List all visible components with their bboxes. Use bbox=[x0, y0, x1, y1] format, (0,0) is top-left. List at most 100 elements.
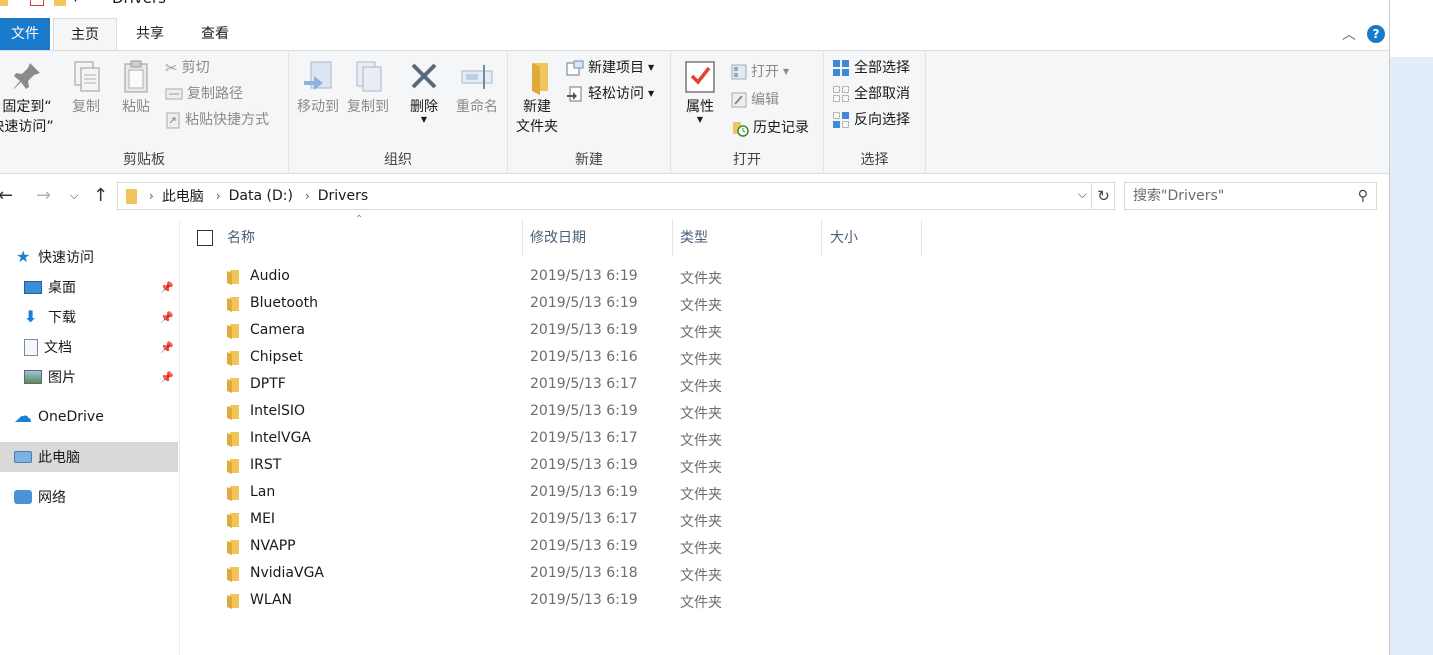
recent-locations-icon[interactable]: ⌵ bbox=[70, 184, 78, 208]
table-row[interactable]: Audio 2019/5/13 6:19 文件夹 bbox=[181, 264, 1389, 291]
table-row[interactable]: Bluetooth 2019/5/13 6:19 文件夹 bbox=[181, 291, 1389, 318]
group-label-open: 打开 bbox=[733, 152, 761, 168]
properties-button[interactable]: 属性 ▼ bbox=[679, 59, 721, 124]
copy-to-button[interactable]: 复制到 bbox=[343, 59, 393, 117]
column-header-size[interactable]: 大小 bbox=[830, 220, 922, 256]
table-row[interactable]: MEI 2019/5/13 6:17 文件夹 bbox=[181, 507, 1389, 534]
history-label: 历史记录 bbox=[753, 120, 809, 136]
forward-button[interactable]: → bbox=[36, 184, 51, 208]
history-button[interactable]: 历史记录 bbox=[731, 117, 809, 139]
back-button[interactable]: ← bbox=[0, 184, 13, 208]
pin-to-quick-access-button[interactable]: 固定到“ 快速访问” bbox=[0, 59, 58, 137]
table-row[interactable]: Lan 2019/5/13 6:19 文件夹 bbox=[181, 480, 1389, 507]
paste-button[interactable]: 粘贴 bbox=[114, 59, 158, 117]
pin-icon[interactable]: 📌 bbox=[160, 311, 174, 324]
customize-toolbar-icon[interactable]: ▼ bbox=[72, 0, 79, 4]
select-all-button[interactable]: 全部选择 bbox=[832, 57, 910, 79]
breadcrumb-separator-icon[interactable]: › bbox=[305, 189, 310, 203]
delete-button[interactable]: 删除 ▼ bbox=[403, 59, 445, 124]
file-type: 文件夹 bbox=[680, 433, 722, 449]
tab-view[interactable]: 查看 bbox=[185, 18, 245, 50]
rename-button[interactable]: 重命名 bbox=[451, 59, 503, 117]
cut-button[interactable]: ✂ 剪切 bbox=[165, 57, 210, 79]
file-name: IntelVGA bbox=[250, 430, 311, 446]
tab-share[interactable]: 共享 bbox=[121, 18, 179, 50]
breadcrumb-this-pc[interactable]: 此电脑 bbox=[162, 186, 204, 206]
tab-file[interactable]: 文件 bbox=[0, 18, 50, 50]
file-type: 文件夹 bbox=[680, 568, 722, 584]
new-folder-button[interactable]: 新建 文件夹 bbox=[512, 59, 562, 137]
new-item-button[interactable]: 新建项目 ▼ bbox=[566, 57, 654, 79]
breadcrumb-separator-icon[interactable]: › bbox=[149, 189, 154, 203]
pin-label-line1: 固定到“ bbox=[2, 99, 52, 115]
table-row[interactable]: IntelVGA 2019/5/13 6:17 文件夹 bbox=[181, 426, 1389, 453]
table-row[interactable]: IRST 2019/5/13 6:19 文件夹 bbox=[181, 453, 1389, 480]
nav-quick-access[interactable]: ★ 快速访问 bbox=[0, 242, 178, 272]
refresh-button[interactable]: ↻ bbox=[1093, 182, 1115, 210]
cloud-icon: ☁ bbox=[14, 406, 32, 427]
properties-label: 属性 bbox=[686, 99, 714, 115]
nav-desktop[interactable]: 桌面 📌 bbox=[0, 272, 178, 302]
chevron-down-icon[interactable]: ⌵ bbox=[1078, 187, 1087, 202]
easy-access-button[interactable]: 轻松访问 ▼ bbox=[566, 83, 654, 105]
copy-button[interactable]: 复制 bbox=[64, 59, 108, 117]
table-row[interactable]: NvidiaVGA 2019/5/13 6:18 文件夹 bbox=[181, 561, 1389, 588]
table-row[interactable]: Chipset 2019/5/13 6:16 文件夹 bbox=[181, 345, 1389, 372]
breadcrumb-drivers[interactable]: Drivers bbox=[318, 188, 368, 204]
nav-network[interactable]: 网络 bbox=[0, 482, 178, 512]
file-name: NVAPP bbox=[250, 538, 296, 554]
select-none-button[interactable]: 全部取消 bbox=[832, 83, 910, 105]
move-to-button[interactable]: 移动到 bbox=[293, 59, 343, 117]
pin-icon[interactable]: 📌 bbox=[160, 281, 174, 294]
invert-selection-button[interactable]: 反向选择 bbox=[832, 109, 910, 131]
table-row[interactable]: DPTF 2019/5/13 6:17 文件夹 bbox=[181, 372, 1389, 399]
table-row[interactable]: NVAPP 2019/5/13 6:19 文件夹 bbox=[181, 534, 1389, 561]
properties-icon[interactable] bbox=[30, 0, 44, 6]
collapse-ribbon-icon[interactable]: ︿ bbox=[1342, 24, 1356, 44]
pin-icon[interactable]: 📌 bbox=[160, 371, 174, 384]
select-all-checkbox[interactable] bbox=[197, 230, 213, 246]
search-input[interactable]: 搜索"Drivers" ⚲ bbox=[1124, 182, 1377, 210]
new-folder-icon[interactable] bbox=[54, 0, 66, 6]
delete-dropdown-icon[interactable]: ▼ bbox=[403, 116, 445, 124]
edit-button[interactable]: 编辑 bbox=[731, 89, 779, 111]
folder-icon bbox=[227, 486, 239, 501]
copy-path-button[interactable]: 复制路径 bbox=[165, 83, 243, 105]
table-row[interactable]: Camera 2019/5/13 6:19 文件夹 bbox=[181, 318, 1389, 345]
tab-home[interactable]: 主页 bbox=[53, 18, 117, 50]
help-icon[interactable]: ? bbox=[1367, 25, 1385, 43]
nav-pictures[interactable]: 图片 📌 bbox=[0, 362, 178, 392]
nav-documents[interactable]: 文档 📌 bbox=[0, 332, 178, 362]
pin-icon[interactable]: 📌 bbox=[160, 341, 174, 354]
search-icon[interactable]: ⚲ bbox=[1358, 183, 1368, 209]
easy-access-label: 轻松访问 bbox=[588, 86, 644, 102]
breadcrumb-data-drive[interactable]: Data (D:) bbox=[229, 188, 293, 204]
search-placeholder: 搜索"Drivers" bbox=[1133, 188, 1225, 204]
up-button[interactable]: ↑ bbox=[93, 184, 108, 208]
breadcrumb-separator-icon[interactable]: › bbox=[216, 189, 221, 203]
properties-dropdown-icon[interactable]: ▼ bbox=[679, 116, 721, 124]
group-clipboard: 固定到“ 快速访问” 复制 粘贴 ✂ 剪切 复制路径 粘贴快捷方式 bbox=[0, 51, 289, 173]
file-modified: 2019/5/13 6:18 bbox=[530, 565, 638, 581]
column-header-modified[interactable]: 修改日期 bbox=[530, 220, 673, 256]
file-type: 文件夹 bbox=[680, 325, 722, 341]
address-bar[interactable]: › 此电脑 › Data (D:) › Drivers ⌵ bbox=[117, 182, 1092, 210]
nav-downloads[interactable]: ⬇ 下载 📌 bbox=[0, 302, 178, 332]
file-modified: 2019/5/13 6:19 bbox=[530, 403, 638, 419]
delete-icon bbox=[411, 63, 437, 89]
paste-shortcut-button[interactable]: 粘贴快捷方式 bbox=[165, 109, 269, 131]
table-row[interactable]: WLAN 2019/5/13 6:19 文件夹 bbox=[181, 588, 1389, 615]
open-button[interactable]: 打开 ▼ bbox=[731, 61, 789, 83]
navigation-pane: ★ 快速访问 桌面 📌 ⬇ 下载 📌 文档 📌 图片 📌 ☁ OneDrive bbox=[0, 220, 180, 655]
file-name: Camera bbox=[250, 322, 305, 338]
paste-icon bbox=[124, 60, 148, 93]
column-header-type[interactable]: 类型 bbox=[680, 220, 822, 256]
group-open: 属性 ▼ 打开 ▼ 编辑 历史记录 打开 bbox=[671, 51, 824, 173]
paste-shortcut-icon bbox=[166, 112, 180, 129]
nav-this-pc[interactable]: 此电脑 bbox=[0, 442, 178, 472]
table-row[interactable]: IntelSIO 2019/5/13 6:19 文件夹 bbox=[181, 399, 1389, 426]
nav-onedrive[interactable]: ☁ OneDrive bbox=[0, 402, 178, 432]
folder-icon bbox=[227, 432, 239, 447]
open-dropdown-icon: ▼ bbox=[783, 67, 790, 76]
column-header-name[interactable]: 名称 bbox=[227, 220, 523, 256]
